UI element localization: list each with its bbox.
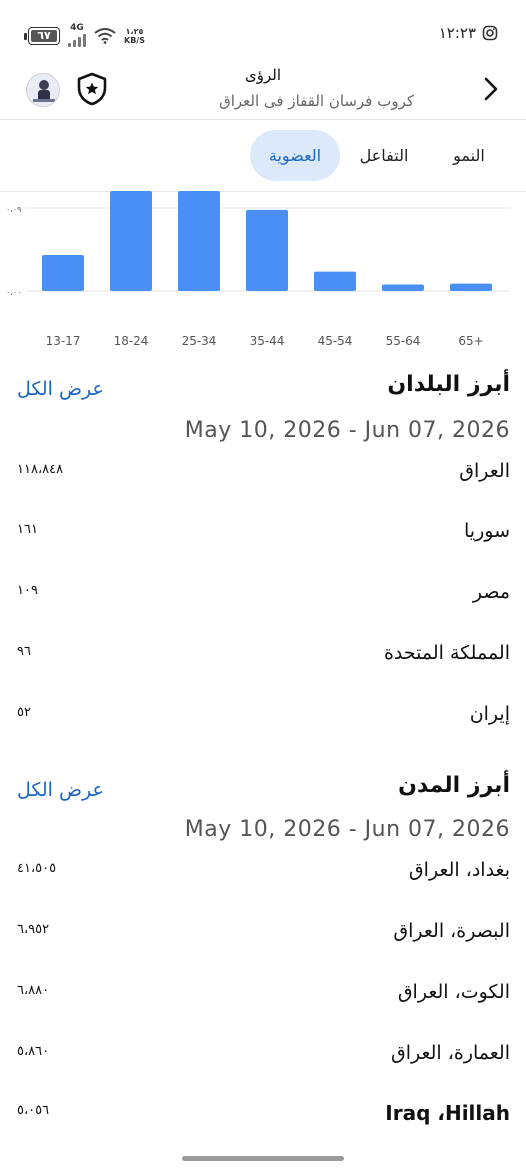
age-bar-18-24[interactable] xyxy=(110,191,152,291)
back-button[interactable] xyxy=(476,74,506,104)
y-tick-label: ٠،٠٩ xyxy=(6,205,21,214)
age-bar-45-54[interactable] xyxy=(314,271,356,291)
status-time: ١٢:٢٣ xyxy=(438,24,476,42)
status-bar: ٦٧ 4G ١،٢٥ KB/S ١٢:٢٣ xyxy=(0,0,526,64)
network-speed: ١،٢٥ KB/S xyxy=(124,26,145,45)
city-name: بغداد، العراق xyxy=(408,859,510,881)
x-tick-label: 55-64 xyxy=(386,334,421,348)
wifi-icon xyxy=(94,27,116,44)
x-tick-label: 65+ xyxy=(458,334,483,348)
country-row: سوريا ١٦١ xyxy=(0,514,526,554)
status-right: ١٢:٢٣ xyxy=(439,24,498,42)
tab-engagement[interactable]: التفاعل xyxy=(348,130,420,181)
country-name: العراق xyxy=(459,460,510,482)
instagram-icon xyxy=(482,25,498,41)
group-name: كروب فرسان القفاز فى العراق xyxy=(219,92,414,110)
country-count: ١٦١ xyxy=(17,522,38,537)
country-row: المملكة المتحدة ٩٦ xyxy=(0,636,526,676)
y-tick-label: ٠،٠٠ xyxy=(6,288,21,297)
city-count: ٦،٨٨٠ xyxy=(17,983,50,998)
header-bar: الرؤى كروب فرسان القفاز فى العراق xyxy=(0,64,526,120)
country-name: مصر xyxy=(472,581,510,603)
country-name: المملكة المتحدة xyxy=(383,642,510,664)
city-count: ٥،٨٦٠ xyxy=(17,1044,50,1059)
city-name: البصرة، العراق xyxy=(393,920,510,942)
country-count: ١٠٩ xyxy=(17,583,38,598)
country-row: العراق ١١٨،٨٤٨ xyxy=(0,454,526,494)
city-name: الكوت، العراق xyxy=(397,981,510,1003)
battery-icon: ٦٧ xyxy=(24,26,60,45)
top-cities-title: أبرز المدن xyxy=(398,773,510,798)
country-count: ٥٢ xyxy=(17,705,31,720)
age-bar-35-44[interactable] xyxy=(246,209,288,291)
status-icons: ٦٧ 4G ١،٢٥ KB/S xyxy=(24,24,145,47)
age-bar-chart: ٠،٠٩ ٠،٠٠ 13-17 18-24 25-34 35-44 45-54 55-64 65… xyxy=(6,191,510,348)
city-row: بغداد، العراق ٤١،٥٠٥ xyxy=(0,853,526,893)
x-tick-label: 35-44 xyxy=(250,334,285,348)
country-name: سوريا xyxy=(464,520,510,542)
country-count: ١١٨،٨٤٨ xyxy=(17,462,64,477)
tab-membership[interactable]: العضوية xyxy=(250,130,340,181)
page-title: الرؤى xyxy=(245,66,281,84)
network-type: 4G xyxy=(70,23,84,33)
country-count: ٩٦ xyxy=(17,644,31,659)
city-count: ٦،٩٥٢ xyxy=(17,922,50,937)
age-bar-65+[interactable] xyxy=(450,283,492,291)
cities-date-range: May 10, 2026 - Jun 07, 2026 xyxy=(184,817,510,842)
countries-date-range: May 10, 2026 - Jun 07, 2026 xyxy=(184,418,510,443)
network-indicator: 4G xyxy=(68,24,86,47)
city-row: الكوت، العراق ٦،٨٨٠ xyxy=(0,975,526,1015)
home-indicator[interactable] xyxy=(182,1156,344,1161)
city-row: العمارة، العراق ٥،٨٦٠ xyxy=(0,1036,526,1076)
x-tick-label: 13-17 xyxy=(46,334,81,348)
age-bar-13-17[interactable] xyxy=(42,255,84,291)
top-countries-title: أبرز البلدان xyxy=(387,372,510,397)
cities-see-all-link[interactable]: عرض الكل xyxy=(17,779,104,801)
city-row: البصرة، العراق ٦،٩٥٢ xyxy=(0,914,526,954)
city-row: Iraq ،Hillah ٥،٠٥٦ xyxy=(0,1095,526,1135)
age-bar-55-64[interactable] xyxy=(382,284,424,291)
age-bar-25-34[interactable] xyxy=(178,191,220,291)
country-row: إيران ٥٢ xyxy=(0,697,526,737)
chevron-right-icon xyxy=(484,77,498,101)
city-count: ٤١،٥٠٥ xyxy=(17,861,57,876)
country-name: إيران xyxy=(469,703,510,725)
x-tick-label: 18-24 xyxy=(114,334,149,348)
tab-growth[interactable]: النمو xyxy=(432,130,506,181)
country-row: مصر ١٠٩ xyxy=(0,575,526,615)
x-tick-label: 45-54 xyxy=(318,334,353,348)
city-name: العمارة، العراق xyxy=(390,1042,510,1064)
city-name: Iraq ،Hillah xyxy=(385,1101,510,1125)
x-tick-label: 25-34 xyxy=(182,334,217,348)
header-divider xyxy=(0,119,526,120)
countries-see-all-link[interactable]: عرض الكل xyxy=(17,378,104,400)
city-count: ٥،٠٥٦ xyxy=(17,1103,50,1118)
signal-icon xyxy=(68,33,86,47)
tab-bar: النمو التفاعل العضوية xyxy=(0,130,526,182)
